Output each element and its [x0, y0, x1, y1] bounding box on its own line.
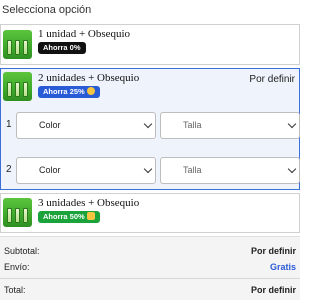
offer-title: 3 unidades + Obsequio	[38, 197, 140, 209]
order-summary: Subtotal: Por definir Envío: Gratis Tota…	[0, 236, 300, 300]
offer-2-units[interactable]: 2 unidades + Obsequio Ahorra 25% Por def…	[0, 68, 300, 190]
offer-title: 1 unidad + Obsequio	[38, 28, 131, 40]
offer-1-unit[interactable]: 1 unidad + Obsequio Ahorra 0%	[0, 24, 300, 65]
chevron-down-icon	[143, 164, 153, 174]
variant-row-number: 2	[6, 164, 12, 175]
thumbs-up-emoji-icon	[86, 212, 95, 220]
size-select-value: Talla	[183, 120, 202, 130]
chevron-down-icon	[287, 119, 297, 129]
size-select-value: Talla	[183, 165, 202, 175]
product-thumbnail	[3, 198, 32, 227]
size-select[interactable]: Talla	[160, 112, 300, 139]
color-select[interactable]: Color	[16, 157, 156, 184]
section-heading: Selecciona opción	[2, 4, 92, 16]
summary-divider	[0, 278, 300, 279]
discount-badge: Ahorra 50%	[38, 211, 100, 223]
product-thumbnail	[3, 30, 32, 59]
total-label: Total:	[4, 285, 26, 295]
shipping-value: Gratis	[269, 262, 296, 272]
discount-badge: Ahorra 0%	[38, 42, 86, 54]
size-select[interactable]: Talla	[160, 157, 300, 184]
variant-row-number: 1	[6, 119, 12, 130]
smile-emoji-icon	[86, 87, 95, 95]
color-select-value: Color	[39, 120, 61, 130]
offer-price: Por definir	[249, 74, 295, 85]
offer-title: 2 unidades + Obsequio	[38, 72, 140, 84]
color-select[interactable]: Color	[16, 112, 156, 139]
chevron-down-icon	[287, 164, 297, 174]
subtotal-label: Subtotal:	[4, 246, 40, 256]
chevron-down-icon	[143, 119, 153, 129]
total-value: Por definir	[250, 285, 296, 295]
product-thumbnail	[3, 72, 32, 101]
discount-badge-label: Ahorra 25%	[43, 87, 85, 96]
discount-badge: Ahorra 25%	[38, 86, 100, 98]
shipping-label: Envío:	[4, 262, 30, 272]
color-select-value: Color	[39, 165, 61, 175]
subtotal-value: Por definir	[250, 246, 296, 256]
discount-badge-label: Ahorra 50%	[43, 212, 85, 221]
offer-3-units[interactable]: 3 unidades + Obsequio Ahorra 50%	[0, 193, 300, 233]
